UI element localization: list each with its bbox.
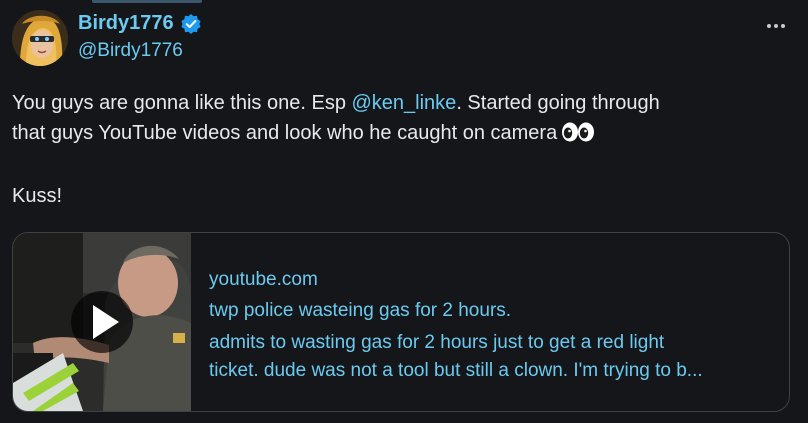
link-preview-card[interactable]: youtube.com twp police wasteing gas for …: [12, 232, 790, 412]
avatar-illustration: [12, 10, 68, 66]
user-handle[interactable]: @Birdy1776: [78, 40, 183, 62]
card-text: youtube.com twp police wasteing gas for …: [209, 267, 773, 385]
avatar[interactable]: [12, 10, 68, 66]
mention-link[interactable]: @ken_linke: [352, 92, 457, 114]
eyes-emoji-icon: [561, 121, 595, 151]
tweet-line-3: Kuss!: [12, 185, 63, 207]
previous-content-edge: [0, 0, 808, 6]
play-icon[interactable]: [13, 233, 191, 411]
display-name[interactable]: Birdy1776: [78, 12, 174, 35]
tweet-line-1: You guys are gonna like this one. Esp @k…: [12, 92, 660, 114]
verified-badge-icon: [180, 13, 202, 35]
video-thumbnail[interactable]: [13, 233, 191, 411]
card-title[interactable]: twp police wasteing gas for 2 hours.: [209, 298, 773, 324]
tweet-text: You guys are gonna like this one. Esp @k…: [12, 88, 792, 211]
tweet-header: Birdy1776 @Birdy1776: [12, 10, 796, 66]
more-options-icon[interactable]: [764, 16, 788, 36]
card-domain: youtube.com: [209, 269, 318, 290]
card-description: admits to wasting gas for 2 hours just t…: [209, 332, 703, 381]
tweet-line-2: that guys YouTube videos and look who he…: [12, 118, 792, 151]
